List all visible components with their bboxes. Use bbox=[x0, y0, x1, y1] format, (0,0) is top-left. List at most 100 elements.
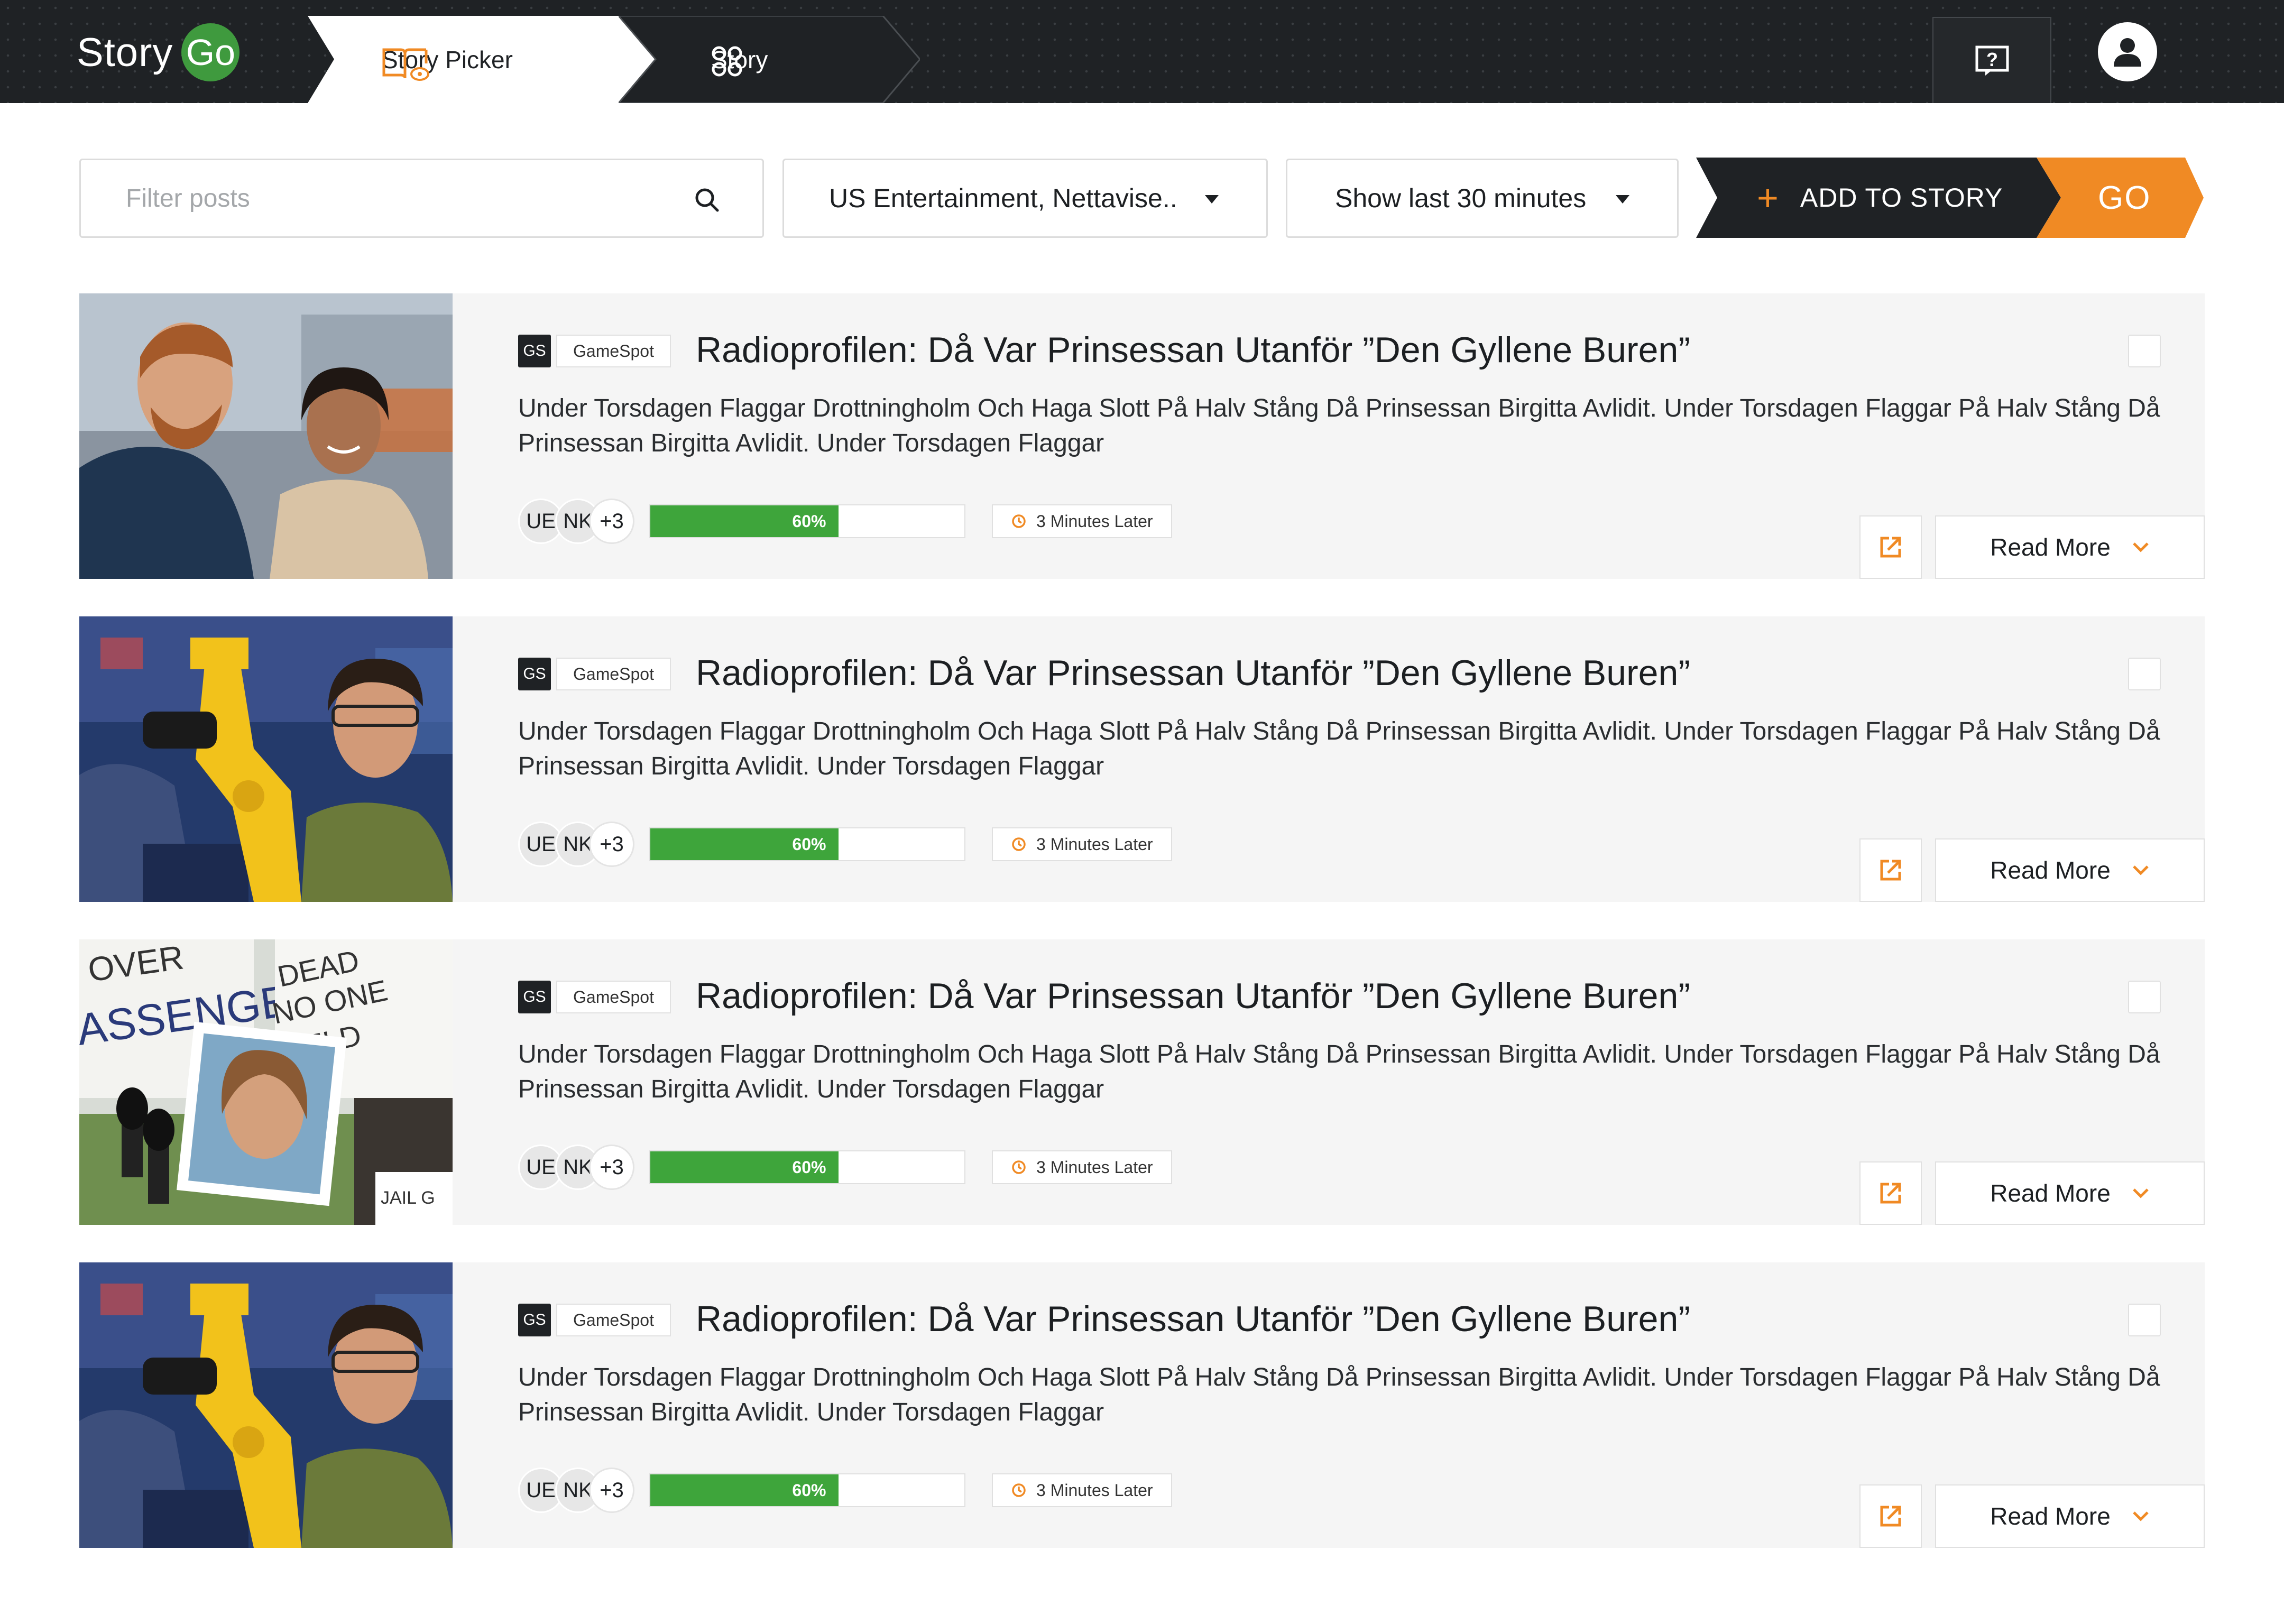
post-meta: UE NK +3 60% 3 Minutes Later bbox=[518, 1468, 1172, 1513]
user-avatar-button[interactable] bbox=[2098, 22, 2157, 81]
read-more-label: Read More bbox=[1990, 1502, 2111, 1530]
source-abbr-badge: GS bbox=[518, 335, 551, 367]
caret-down-icon bbox=[1616, 195, 1629, 204]
progress-label: 60% bbox=[792, 1480, 826, 1500]
source-filter-value: US Entertainment, Nettavise.. bbox=[829, 183, 1177, 213]
post-thumbnail-protest[interactable]: OVER ASSENGE DEAD NO ONE HELD JAIL G bbox=[79, 939, 453, 1225]
chevron-down-icon bbox=[2133, 865, 2149, 875]
contributor-avatars: UE NK +3 bbox=[518, 1468, 634, 1513]
source-name-badge: GameSpot bbox=[556, 335, 671, 367]
chevron-down-icon bbox=[2133, 1511, 2149, 1521]
post-excerpt: Under Torsdagen Flaggar Drottningholm Oc… bbox=[518, 717, 2160, 780]
post-thumbnail-robot-arm[interactable] bbox=[79, 1262, 453, 1548]
read-more-button[interactable]: Read More bbox=[1935, 515, 2205, 579]
read-more-button[interactable]: Read More bbox=[1935, 1161, 2205, 1225]
progress-label: 60% bbox=[792, 834, 826, 854]
post-select-checkbox[interactable] bbox=[2128, 658, 2161, 690]
post-meta: UE NK +3 60% 3 Minutes Later bbox=[518, 499, 1172, 544]
progress-label: 60% bbox=[792, 511, 826, 531]
post-card: GS GameSpot Radioprofilen: Då Var Prinse… bbox=[79, 616, 2205, 902]
post-excerpt: Under Torsdagen Flaggar Drottningholm Oc… bbox=[518, 1040, 2160, 1103]
post-title[interactable]: Radioprofilen: Då Var Prinsessan Utanför… bbox=[696, 652, 1690, 694]
top-navigation-bar: Story Go Story Picker Story ? bbox=[0, 0, 2284, 103]
chevron-down-icon bbox=[2133, 1188, 2149, 1198]
help-button[interactable]: ? bbox=[1932, 17, 2051, 103]
read-more-label: Read More bbox=[1990, 856, 2111, 884]
post-meta: UE NK +3 60% 3 Minutes Later bbox=[518, 1145, 1172, 1190]
more-contributors-badge[interactable]: +3 bbox=[589, 499, 634, 544]
post-title[interactable]: Radioprofilen: Då Var Prinsessan Utanför… bbox=[696, 329, 1690, 371]
external-link-icon bbox=[1880, 1506, 1901, 1527]
tab-shape bbox=[619, 16, 920, 103]
source-name-badge: GameSpot bbox=[556, 1304, 671, 1336]
score-progress-bar: 60% bbox=[649, 827, 965, 861]
post-meta: UE NK +3 60% 3 Minutes Later bbox=[518, 822, 1172, 867]
add-to-story-label: ADD TO STORY bbox=[1800, 183, 2003, 213]
post-excerpt: Under Torsdagen Flaggar Drottningholm Oc… bbox=[518, 394, 2160, 457]
more-contributors-badge[interactable]: +3 bbox=[589, 1145, 634, 1190]
user-icon bbox=[2114, 38, 2141, 67]
svg-text:JAIL G: JAIL G bbox=[381, 1188, 435, 1208]
post-source: GS GameSpot bbox=[518, 335, 671, 367]
post-thumbnail-robot-arm[interactable] bbox=[79, 616, 453, 902]
time-label: 3 Minutes Later bbox=[1036, 834, 1153, 854]
post-card: GS GameSpot Radioprofilen: Då Var Prinse… bbox=[79, 293, 2205, 579]
source-abbr-badge: GS bbox=[518, 658, 551, 690]
post-source: GS GameSpot bbox=[518, 1304, 671, 1336]
post-title[interactable]: Radioprofilen: Då Var Prinsessan Utanför… bbox=[696, 1298, 1690, 1340]
post-select-checkbox[interactable] bbox=[2128, 981, 2161, 1013]
grid-icon bbox=[712, 46, 742, 76]
post-select-checkbox[interactable] bbox=[2128, 335, 2161, 367]
source-abbr-badge: GS bbox=[518, 981, 551, 1013]
time-label: 3 Minutes Later bbox=[1036, 1480, 1153, 1500]
progress-label: 60% bbox=[792, 1157, 826, 1177]
read-more-label: Read More bbox=[1990, 1179, 2111, 1207]
score-progress-bar: 60% bbox=[649, 1473, 965, 1507]
time-badge: 3 Minutes Later bbox=[992, 1473, 1172, 1507]
post-source: GS GameSpot bbox=[518, 981, 671, 1013]
open-external-button[interactable] bbox=[1859, 515, 1922, 579]
external-link-icon bbox=[1880, 1183, 1901, 1204]
time-badge: 3 Minutes Later bbox=[992, 827, 1172, 861]
go-button[interactable]: GO bbox=[2098, 158, 2151, 238]
source-filter-dropdown[interactable]: US Entertainment, Nettavise.. bbox=[782, 159, 1268, 238]
filter-posts-field[interactable] bbox=[79, 159, 764, 238]
time-label: 3 Minutes Later bbox=[1036, 1157, 1153, 1177]
time-label: 3 Minutes Later bbox=[1036, 511, 1153, 531]
tab-story-picker[interactable]: Story Picker bbox=[308, 16, 657, 103]
read-more-button[interactable]: Read More bbox=[1935, 838, 2205, 902]
post-excerpt: Under Torsdagen Flaggar Drottningholm Oc… bbox=[518, 1363, 2160, 1426]
more-contributors-badge[interactable]: +3 bbox=[589, 1468, 634, 1513]
more-contributors-badge[interactable]: +3 bbox=[589, 822, 634, 867]
clock-icon bbox=[1012, 1160, 1026, 1174]
time-badge: 3 Minutes Later bbox=[992, 1150, 1172, 1184]
score-progress-bar: 60% bbox=[649, 504, 965, 538]
post-select-checkbox[interactable] bbox=[2128, 1304, 2161, 1336]
tab-story[interactable]: Story bbox=[619, 16, 920, 103]
external-link-icon bbox=[1880, 860, 1901, 881]
post-card: GS GameSpot Radioprofilen: Då Var Prinse… bbox=[79, 1262, 2205, 1548]
external-link-icon bbox=[1880, 537, 1901, 558]
post-source: GS GameSpot bbox=[518, 658, 671, 690]
go-button-label: GO bbox=[2098, 179, 2151, 216]
plus-icon: + bbox=[1757, 177, 1779, 218]
open-external-button[interactable] bbox=[1859, 1484, 1922, 1548]
logo-go-badge: Go bbox=[181, 23, 240, 81]
clock-icon bbox=[1012, 837, 1026, 851]
filter-posts-input[interactable] bbox=[126, 183, 655, 213]
storygo-logo[interactable]: Story Go bbox=[77, 23, 240, 81]
add-to-story-button[interactable]: + ADD TO STORY bbox=[1757, 158, 2003, 238]
search-icon[interactable] bbox=[694, 187, 720, 213]
post-title[interactable]: Radioprofilen: Då Var Prinsessan Utanför… bbox=[696, 975, 1690, 1017]
time-badge: 3 Minutes Later bbox=[992, 504, 1172, 538]
logo-word: Story bbox=[77, 30, 173, 75]
time-range-value: Show last 30 minutes bbox=[1335, 183, 1587, 213]
open-external-button[interactable] bbox=[1859, 1161, 1922, 1225]
open-external-button[interactable] bbox=[1859, 838, 1922, 902]
time-range-dropdown[interactable]: Show last 30 minutes bbox=[1286, 159, 1679, 238]
read-more-label: Read More bbox=[1990, 533, 2111, 561]
post-thumbnail-couple[interactable] bbox=[79, 293, 453, 579]
read-more-button[interactable]: Read More bbox=[1935, 1484, 2205, 1548]
post-card: OVER ASSENGE DEAD NO ONE HELD JAIL G GS … bbox=[79, 939, 2205, 1225]
clock-icon bbox=[1012, 1483, 1026, 1497]
